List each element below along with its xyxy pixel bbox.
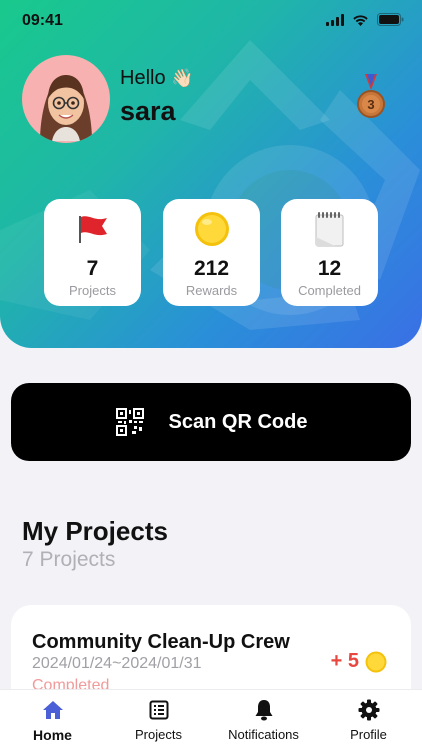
tab-home[interactable]: Home bbox=[0, 699, 105, 743]
qr-code-icon bbox=[115, 408, 144, 436]
username: sara bbox=[120, 96, 176, 126]
project-reward: + 5 bbox=[331, 650, 387, 673]
user-memoji-icon bbox=[40, 75, 92, 141]
section-subtitle: 7 Projects bbox=[22, 548, 116, 571]
stat-value: 212 bbox=[193, 257, 230, 280]
bronze-medal-icon[interactable]: 3 bbox=[355, 74, 387, 122]
stat-card-projects[interactable]: 7 Projects bbox=[44, 199, 141, 306]
waving-hand-icon: 👋🏻 bbox=[171, 68, 194, 88]
stat-label: Projects bbox=[69, 283, 116, 298]
status-time: 09:41 bbox=[22, 12, 63, 29]
status-bar: 09:41 bbox=[0, 0, 422, 44]
stat-value: 7 bbox=[86, 257, 99, 280]
status-icons bbox=[326, 13, 404, 26]
medal-rank: 3 bbox=[367, 97, 374, 112]
tab-label: Notifications bbox=[228, 727, 299, 742]
battery-icon bbox=[377, 13, 404, 26]
project-name: Community Clean-Up Crew bbox=[32, 631, 290, 653]
stat-value: 12 bbox=[317, 257, 342, 280]
home-icon bbox=[0, 699, 105, 721]
red-flag-icon bbox=[44, 211, 141, 247]
scan-qr-label: Scan QR Code bbox=[168, 410, 308, 433]
project-dates: 2024/01/24~2024/01/31 bbox=[32, 655, 202, 672]
stat-card-rewards[interactable]: 212 Rewards bbox=[163, 199, 260, 306]
coin-icon bbox=[163, 211, 260, 247]
bell-icon bbox=[211, 699, 316, 721]
greeting-text: Hello 👋🏻 bbox=[120, 67, 194, 90]
tab-label: Home bbox=[33, 727, 72, 743]
stat-label: Completed bbox=[298, 283, 361, 298]
gear-icon bbox=[316, 699, 421, 721]
wifi-icon bbox=[353, 14, 368, 26]
list-icon bbox=[106, 699, 211, 721]
stat-card-completed[interactable]: 12 Completed bbox=[281, 199, 378, 306]
tab-label: Projects bbox=[135, 727, 182, 742]
greeting-label: Hello bbox=[120, 67, 166, 89]
coin-icon bbox=[365, 651, 387, 672]
signal-icon bbox=[326, 13, 344, 26]
stat-label: Rewards bbox=[185, 283, 238, 298]
tab-profile[interactable]: Profile bbox=[316, 699, 421, 742]
tab-bar: Home Projects Notifications Profile bbox=[0, 689, 422, 750]
reward-amount: + 5 bbox=[330, 650, 359, 672]
avatar[interactable] bbox=[22, 55, 110, 143]
section-title: My Projects bbox=[22, 516, 168, 546]
tab-notifications[interactable]: Notifications bbox=[211, 699, 316, 742]
scan-qr-button[interactable]: Scan QR Code bbox=[11, 383, 411, 461]
tab-label: Profile bbox=[350, 727, 387, 742]
tab-projects[interactable]: Projects bbox=[106, 699, 211, 742]
notepad-icon bbox=[281, 211, 378, 247]
